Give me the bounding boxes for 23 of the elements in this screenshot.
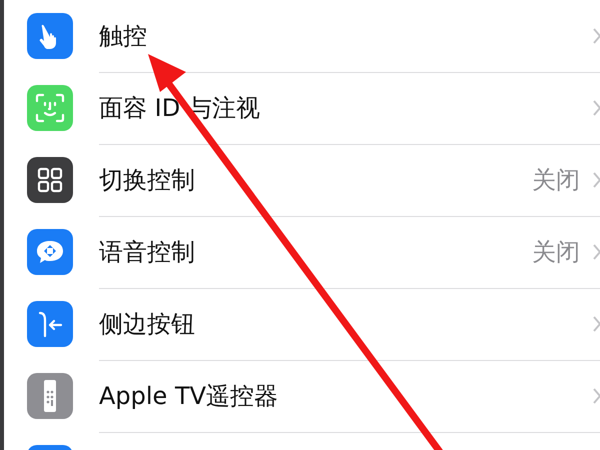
settings-row[interactable]: Apple TV遥控器 xyxy=(4,360,600,432)
row-label: 侧边按钮 xyxy=(99,308,196,340)
chevron-icon xyxy=(592,314,600,332)
chevron-icon xyxy=(592,98,600,116)
settings-row[interactable]: 侧边按钮 xyxy=(4,288,600,360)
hand-pointer-icon xyxy=(27,13,73,59)
chevron-icon xyxy=(592,170,600,188)
row-label: 语音控制 xyxy=(99,236,196,268)
side-button-icon xyxy=(27,301,73,347)
chevron-icon xyxy=(592,26,600,44)
settings-row[interactable]: 语音控制 关闭 xyxy=(4,216,600,288)
face-scan-icon xyxy=(27,85,73,131)
remote-icon xyxy=(27,373,73,419)
speech-bubble-icon xyxy=(27,229,73,275)
row-label: 触控 xyxy=(99,20,148,52)
row-value: 关闭 xyxy=(532,164,580,196)
row-value: 关闭 xyxy=(532,236,580,268)
row-label: Apple TV遥控器 xyxy=(99,380,280,412)
settings-row[interactable]: 切换控制 关闭 xyxy=(4,144,600,216)
chevron-icon xyxy=(592,242,600,260)
grid-icon xyxy=(27,157,73,203)
row-label: 切换控制 xyxy=(99,164,196,196)
chevron-icon xyxy=(592,386,600,404)
